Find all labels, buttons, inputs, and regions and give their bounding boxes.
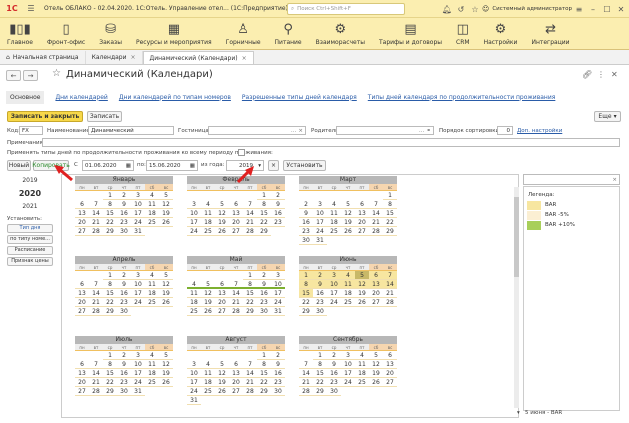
tab-calendars[interactable]: Календари ×	[86, 51, 143, 64]
settings-icon: ⚙	[494, 22, 507, 37]
calendar-form: ← → ☆ Динамический (Календари) 🔗︎ ⋮ ✕ Ос…	[0, 66, 629, 423]
tab-dynamic-calendar[interactable]: Динамический (Календари) ×	[142, 51, 254, 64]
user-avatar-icon: ☺	[482, 5, 490, 13]
close-icon[interactable]: ✕	[614, 0, 628, 18]
menu-icon[interactable]: ☰	[24, 0, 38, 18]
section-label: Заказы	[99, 39, 122, 46]
open-windows-bar: ⌂ Начальная страница Календари × Динамичес…	[0, 50, 629, 65]
section-4[interactable]: ♙ Горничные	[219, 18, 268, 49]
contract-icon: ▤	[404, 22, 417, 37]
section-label: CRM	[456, 39, 470, 46]
section-label: Питание	[274, 39, 302, 46]
fork-knife-icon: ⚲	[283, 22, 293, 37]
section-1[interactable]: ▯ Фронт-офис	[40, 18, 92, 49]
global-search-input[interactable]: ⌕ Поиск Ctrl+Shift+F	[287, 3, 405, 15]
close-tab-icon[interactable]: ×	[242, 55, 247, 62]
window-menu-icon[interactable]: ≡	[572, 0, 586, 18]
section-6[interactable]: ⚙ Взаиморасчеты	[309, 18, 372, 49]
section-10[interactable]: ⇄ Интеграции	[524, 18, 576, 49]
minimize-icon[interactable]: –	[586, 0, 600, 18]
home-icon: ⌂	[6, 54, 10, 61]
calendar-icon: ▦	[167, 22, 180, 37]
section-9[interactable]: ⚙ Настройки	[477, 18, 525, 49]
section-2[interactable]: ⛁ Заказы	[92, 18, 129, 49]
section-5[interactable]: ⚲ Питание	[268, 18, 309, 49]
door-icon: ▯	[62, 22, 70, 37]
maximize-icon[interactable]: ☐	[600, 0, 614, 18]
title-bar: 1С ☰ Отель ОБЛАКО - 02.04.2020. 1С:Отель…	[0, 0, 629, 18]
section-label: Тарифы и договоры	[378, 39, 443, 46]
integration-icon: ⇄	[545, 22, 556, 37]
star-icon[interactable]: ☆	[468, 0, 482, 18]
section-7[interactable]: ▤ Тарифы и договоры	[372, 18, 449, 49]
titlebar-right: 🔔︎ ↺ ☆ ☺ Системный администратор ≡ – ☐ ✕	[440, 0, 628, 18]
section-label: Настройки	[483, 39, 518, 46]
maid-icon: ♙	[237, 22, 249, 37]
settlements-icon: ⚙	[334, 22, 347, 37]
search-icon: ⌕	[291, 5, 295, 12]
red-arrow-copy	[54, 165, 73, 182]
section-3[interactable]: ▦ Ресурсы и мероприятия	[129, 18, 219, 49]
annotation-arrows	[54, 165, 254, 184]
bell-icon[interactable]: 🔔︎	[440, 0, 454, 18]
section-label: Интеграции	[531, 39, 570, 46]
user-name[interactable]: Системный администратор	[492, 6, 572, 12]
section-label: Горничные	[225, 39, 261, 46]
close-tab-icon[interactable]: ×	[131, 54, 136, 61]
shopping-bag-icon: ⛁	[105, 22, 117, 37]
sections-panel: ▮▯▮ Главное ▯ Фронт-офис ⛁ Заказы ▦ Ресурсы и м…	[0, 18, 629, 50]
section-label: Взаиморасчеты	[315, 39, 365, 46]
red-arrow-year	[236, 166, 254, 184]
history-icon[interactable]: ↺	[454, 0, 468, 18]
section-label: Главное	[7, 39, 33, 46]
tab-home[interactable]: ⌂ Начальная страница	[0, 51, 86, 64]
window-title: Отель ОБЛАКО - 02.04.2020. 1С:Отель. Упр…	[44, 5, 288, 12]
section-8[interactable]: ◫ CRM	[449, 18, 477, 49]
section-label: Фронт-офис	[47, 39, 86, 46]
app-logo: 1С	[6, 4, 18, 13]
crm-icon: ◫	[456, 22, 469, 37]
chart-bars-icon: ▮▯▮	[9, 22, 31, 37]
section-label: Ресурсы и мероприятия	[136, 39, 212, 46]
section-0[interactable]: ▮▯▮ Главное	[0, 18, 40, 49]
